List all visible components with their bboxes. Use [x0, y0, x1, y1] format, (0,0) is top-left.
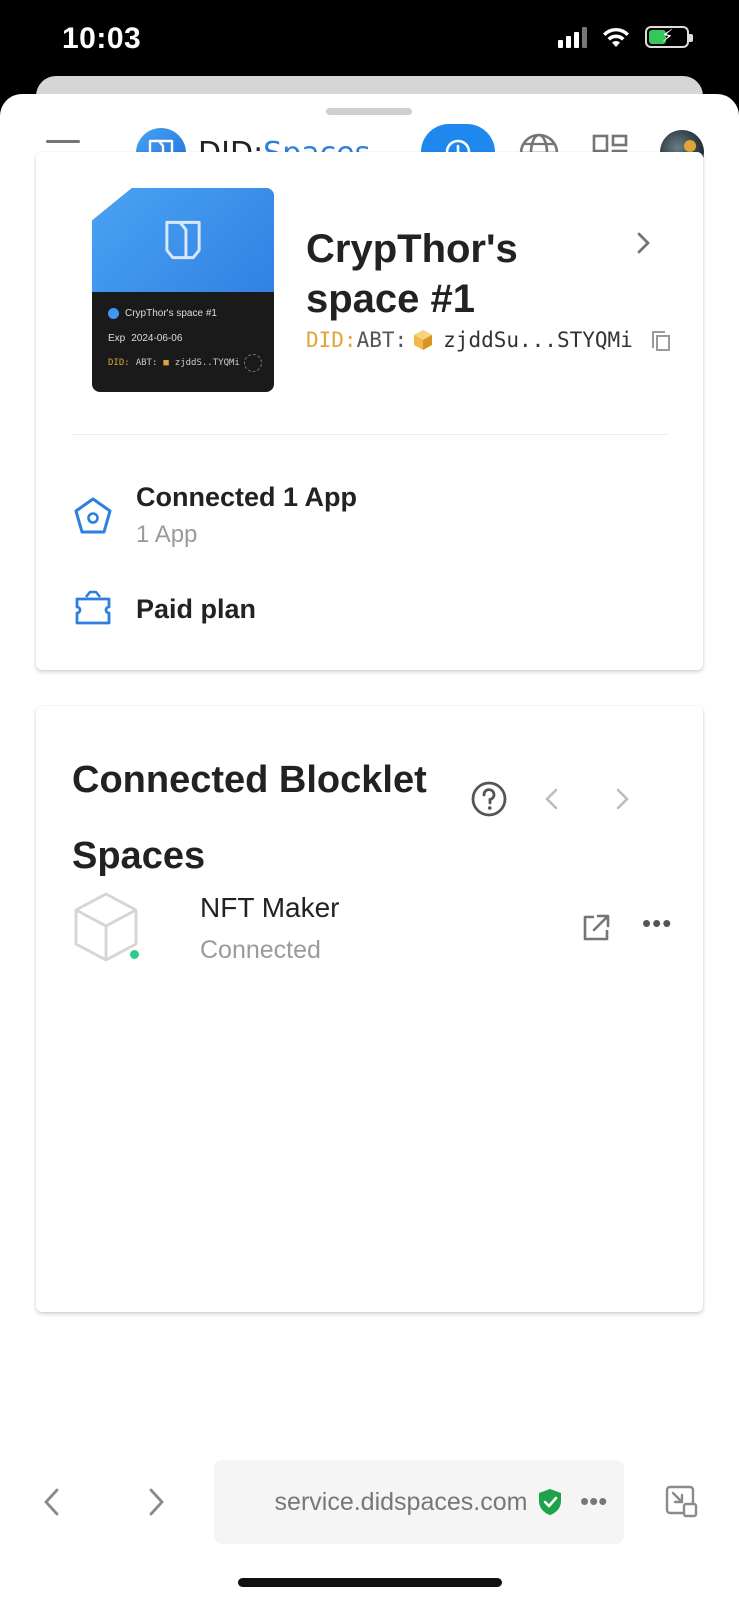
copy-icon[interactable] — [649, 328, 671, 352]
app-status: Connected — [200, 936, 321, 964]
status-bar: 10:03 ⚡ — [0, 0, 739, 80]
address-bar[interactable]: service.didspaces.com — [214, 1460, 624, 1544]
app-pentagon-icon — [74, 497, 112, 533]
cellular-signal-icon — [558, 26, 587, 48]
status-icons: ⚡ — [558, 26, 693, 48]
battery-icon: ⚡ — [645, 26, 693, 48]
ticket-icon — [75, 590, 111, 625]
seal-icon — [244, 354, 262, 372]
chevron-left-icon[interactable] — [540, 786, 564, 812]
space-nft-image[interactable]: CrypThor's space #1 Exp 2024-06-06 DID: AB… — [92, 188, 274, 392]
more-options-icon[interactable]: ••• — [642, 910, 672, 936]
secure-shield-icon — [539, 1489, 562, 1515]
plan-row[interactable]: Paid plan — [72, 588, 256, 630]
back-icon[interactable] — [40, 1486, 64, 1518]
plan-label: Paid plan — [136, 593, 257, 624]
more-icon[interactable]: ••• — [580, 1486, 607, 1517]
connected-apps-title: Connected 1 App — [136, 482, 358, 512]
space-card: CrypThor's space #1 Exp 2024-06-06 DID: AB… — [36, 152, 703, 670]
browser-toolbar: service.didspaces.com ••• — [0, 1450, 739, 1600]
url-text: service.didspaces.com — [274, 1487, 528, 1516]
space-title[interactable]: CrypThor's space #1 — [306, 224, 596, 324]
connected-apps-count: 1 App — [136, 521, 198, 548]
forward-icon[interactable] — [144, 1486, 168, 1518]
status-dot — [128, 948, 141, 961]
chevron-right-icon[interactable] — [630, 230, 656, 256]
space-did: DID: ABT: zjddSu...STYQMi — [306, 328, 671, 352]
nft-did: DID: ABT: ■ zjddS..TYQMi — [108, 358, 240, 368]
list-item[interactable]: NFT Maker Connected ••• — [72, 890, 671, 970]
nft-name: CrypThor's space #1 — [125, 308, 217, 319]
status-time: 10:03 — [62, 22, 142, 55]
chevron-right-icon[interactable] — [610, 786, 634, 812]
did-spaces-logo-icon — [165, 220, 201, 260]
connected-apps-row[interactable]: Connected 1 App 1 App — [72, 482, 357, 549]
blocklet-spaces-card: Connected Blocklet Spaces NFT Maker Conn… — [36, 706, 703, 1312]
nft-exp-date: 2024-06-06 — [131, 333, 183, 344]
open-external-icon[interactable] — [580, 912, 612, 944]
help-icon[interactable] — [470, 780, 508, 818]
wifi-icon — [603, 27, 629, 47]
did-avatar-icon — [414, 330, 433, 350]
sheet-grabber[interactable] — [326, 108, 412, 115]
divider — [72, 434, 668, 435]
app-name: NFT Maker — [200, 892, 340, 923]
minimize-window-icon[interactable] — [664, 1484, 698, 1518]
section-title: Connected Blocklet Spaces — [72, 759, 427, 877]
home-indicator — [238, 1578, 502, 1587]
